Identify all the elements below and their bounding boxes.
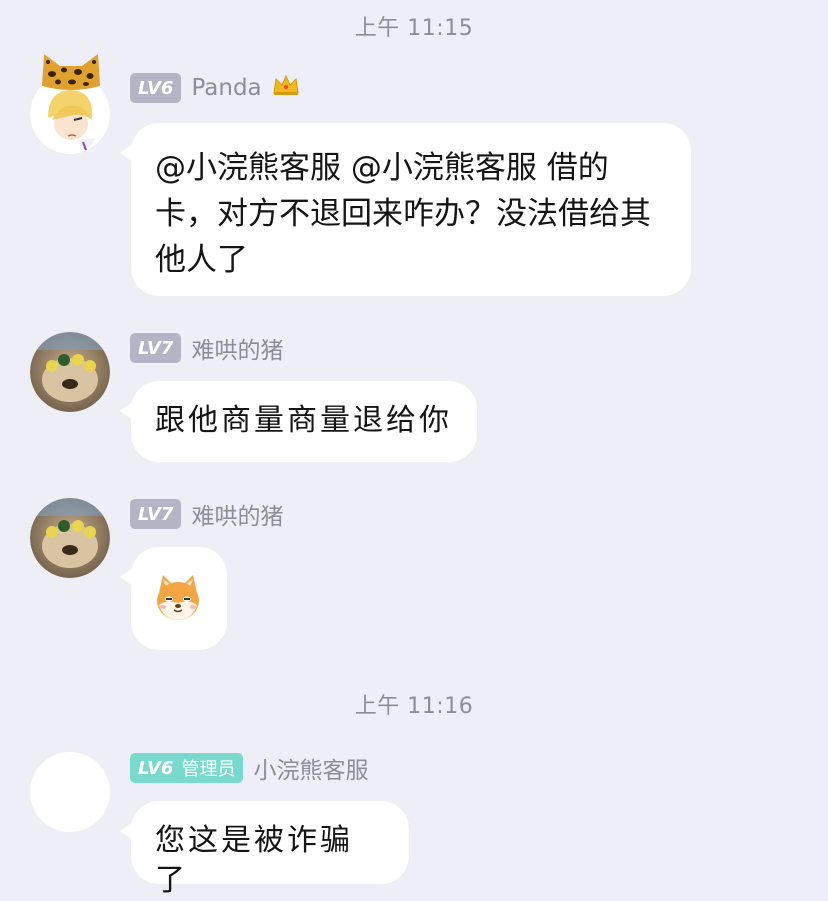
dog-avatar-icon bbox=[30, 332, 110, 412]
message-bubble[interactable]: 跟他商量商量退给你 bbox=[120, 381, 477, 462]
role-text: 管理员 bbox=[181, 759, 236, 780]
message-header: LV7 难哄的猪 bbox=[130, 331, 283, 365]
sender-name[interactable]: 难哄的猪 bbox=[191, 331, 283, 365]
message-text: @小浣熊客服 @小浣熊客服 借的卡，对方不退回来咋办？没法借给其他人了 bbox=[155, 150, 651, 278]
message-text: 您这是被诈骗了 bbox=[155, 823, 353, 898]
bubble-tail bbox=[120, 143, 134, 163]
message-bubble[interactable]: @小浣熊客服 @小浣熊客服 借的卡，对方不退回来咋办？没法借给其他人了 bbox=[120, 123, 691, 296]
level-badge: LV7 bbox=[130, 333, 182, 363]
avatar[interactable] bbox=[30, 332, 110, 412]
avatar[interactable] bbox=[30, 752, 110, 832]
message-header: LV6 管理员 小浣熊客服 bbox=[130, 751, 368, 785]
shiba-dog-emoji-icon[interactable] bbox=[153, 573, 203, 623]
sender-name[interactable]: Panda bbox=[191, 75, 261, 101]
message-bubble[interactable]: 您这是被诈骗了 bbox=[120, 801, 409, 898]
sender-name[interactable]: 小浣熊客服 bbox=[253, 751, 368, 785]
bubble-tail bbox=[120, 567, 134, 587]
level-text: LV6 bbox=[138, 757, 174, 779]
crown-icon bbox=[272, 73, 300, 103]
message-text: 跟他商量商量退给你 bbox=[155, 403, 452, 438]
bubble-tail bbox=[120, 401, 134, 421]
timestamp: 上午 11:16 bbox=[354, 694, 474, 719]
timestamp: 上午 11:15 bbox=[354, 16, 474, 41]
dog-avatar-icon bbox=[30, 498, 110, 578]
level-badge: LV7 bbox=[130, 499, 182, 529]
message-bubble[interactable] bbox=[120, 547, 227, 650]
sender-name[interactable]: 难哄的猪 bbox=[191, 497, 283, 531]
message-header: LV7 难哄的猪 bbox=[130, 497, 283, 531]
bubble-tail bbox=[120, 821, 134, 841]
admin-level-badge: LV6 管理员 bbox=[130, 753, 244, 783]
message-header: LV6 Panda bbox=[130, 73, 300, 103]
leopard-hat-icon bbox=[42, 54, 100, 90]
level-badge: LV6 bbox=[130, 73, 182, 103]
avatar[interactable] bbox=[30, 498, 110, 578]
